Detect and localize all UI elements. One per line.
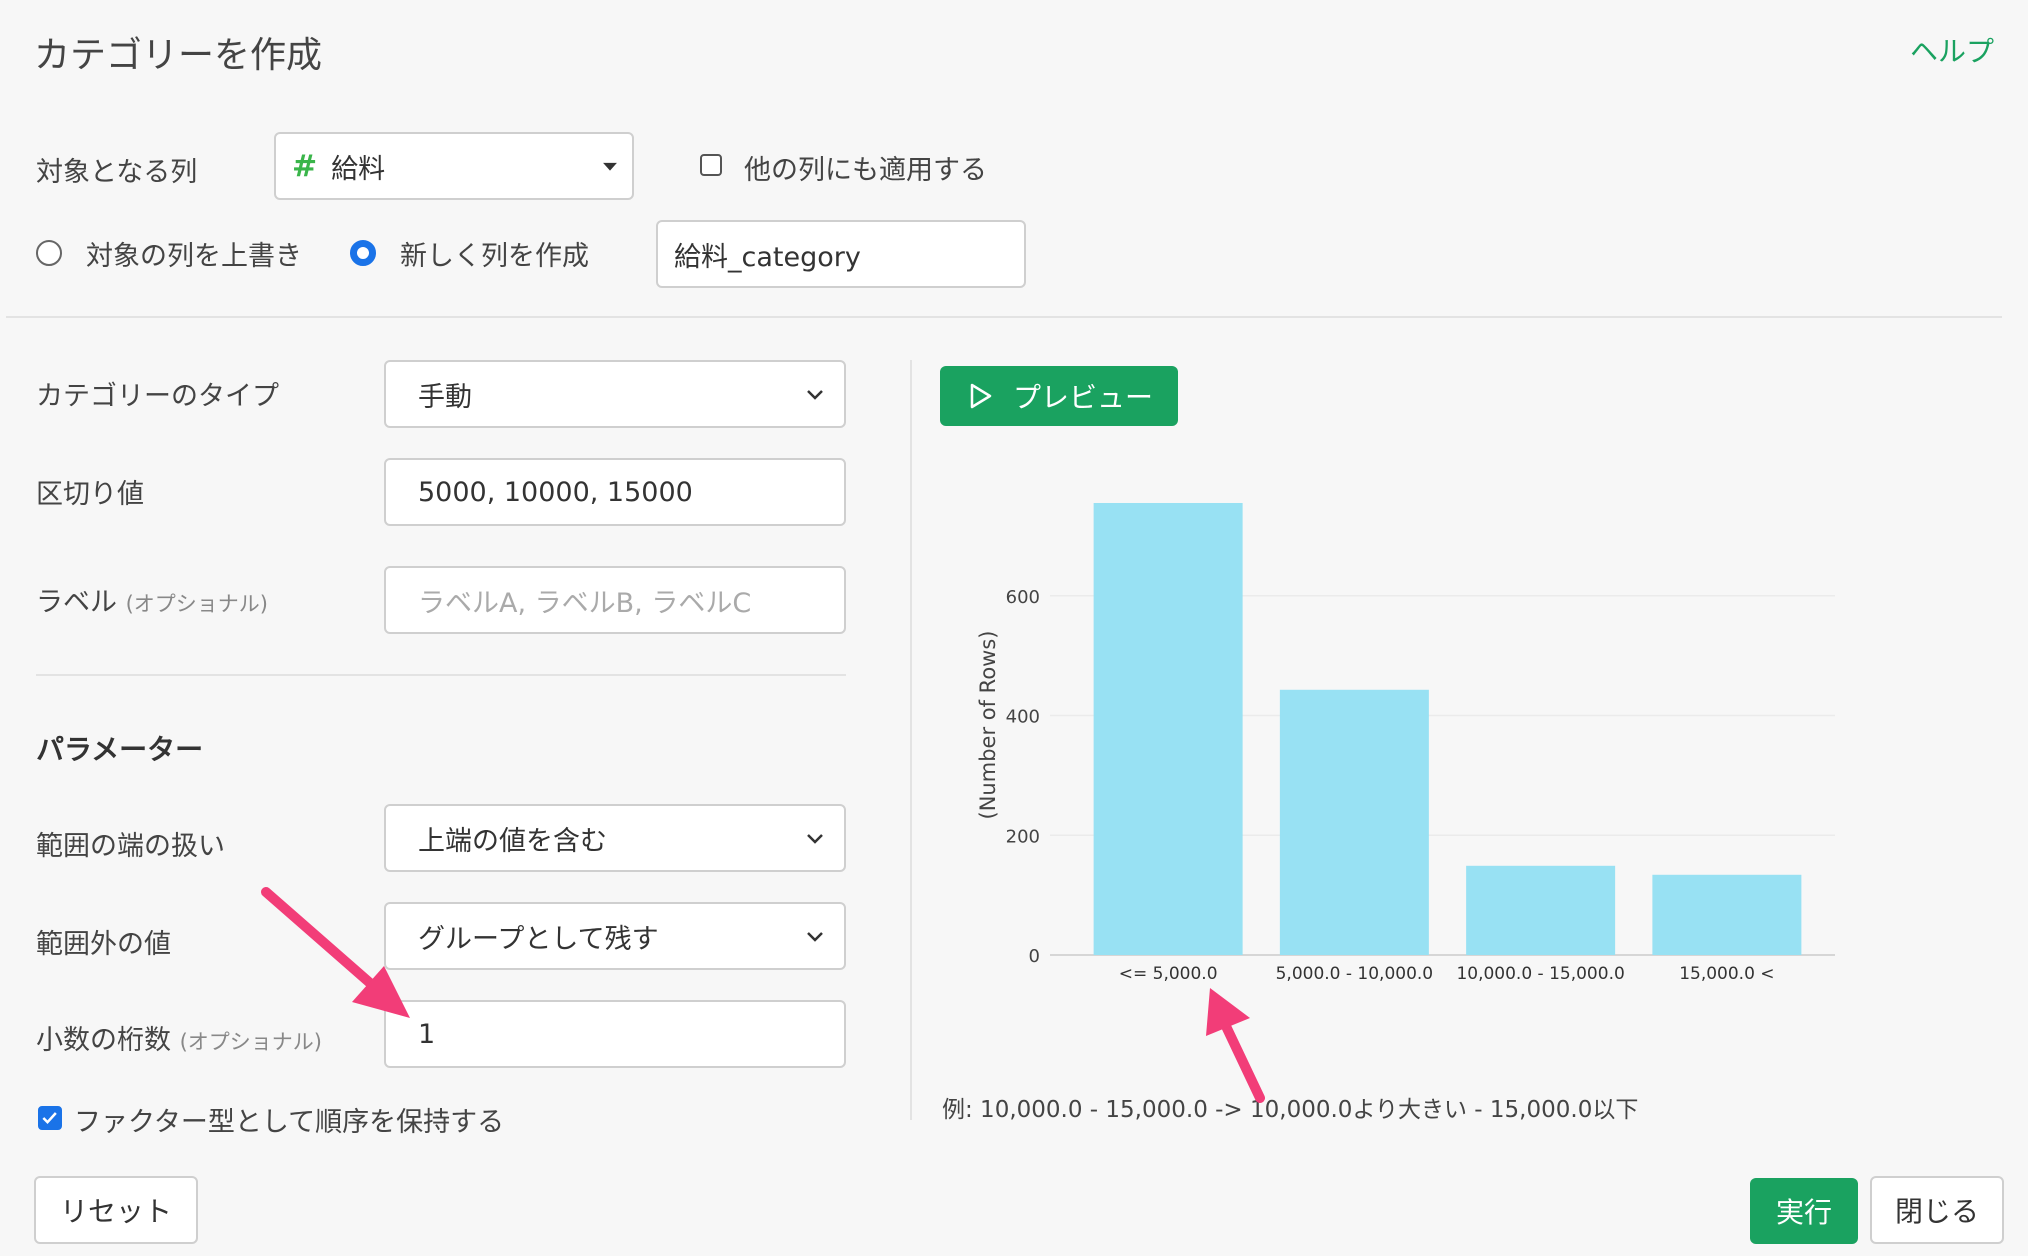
x-tick-label: <= 5,000.0	[1119, 964, 1218, 984]
labels-label: ラベル (オプショナル)	[36, 580, 268, 619]
out-of-range-select[interactable]: グループとして残す	[384, 902, 846, 970]
y-tick-label: 600	[1006, 587, 1040, 608]
preview-bar-chart: <= 5,000.0 5,000.0 - 10,000.0 10,000.0 - 1…	[976, 502, 1835, 984]
chevron-down-icon	[807, 834, 823, 844]
target-column-select[interactable]: # 給料	[274, 132, 634, 200]
new-column-label: 新しく列を作成	[400, 241, 589, 272]
header-divider	[6, 316, 2002, 318]
y-tick-label: 0	[1029, 946, 1040, 967]
category-type-select[interactable]: 手動	[384, 360, 846, 428]
reset-button[interactable]: リセット	[34, 1176, 198, 1244]
factor-checkbox[interactable]	[38, 1106, 62, 1130]
overwrite-radio[interactable]	[36, 240, 62, 266]
target-column-label: 対象となる列	[36, 157, 198, 188]
dialog-title: カテゴリーを作成	[34, 35, 323, 76]
form-divider	[36, 674, 846, 676]
arrow-to-first-bar-label	[1206, 988, 1265, 1103]
category-type-value: 手動	[418, 381, 472, 413]
breaks-input[interactable]: 5000, 10000, 15000	[384, 458, 846, 526]
play-icon	[970, 383, 992, 409]
apply-other-columns-label: 他の列にも適用する	[744, 155, 987, 186]
params-heading: パラメーター	[36, 733, 204, 766]
preview-button-label: プレビュー	[1012, 381, 1153, 414]
checkmark-icon	[42, 1112, 57, 1124]
new-column-name-input[interactable]: 給料_category	[656, 220, 1026, 288]
new-column-radio[interactable]	[350, 240, 376, 266]
bar[interactable]	[1652, 874, 1802, 955]
bar[interactable]	[1466, 865, 1616, 955]
labels-optional: (オプショナル)	[125, 592, 268, 616]
chevron-down-icon	[807, 390, 823, 400]
preview-button[interactable]: プレビュー	[940, 366, 1178, 426]
numeric-type-icon: #	[292, 148, 318, 184]
x-tick-label: 15,000.0 <	[1679, 964, 1774, 984]
target-column-value: 給料	[331, 153, 386, 185]
decimals-label-text: 小数の桁数	[36, 1025, 171, 1056]
x-tick-label: 10,000.0 - 15,000.0	[1456, 964, 1624, 984]
decimals-label: 小数の桁数 (オプショナル)	[36, 1018, 322, 1057]
labels-input[interactable]: ラベルA, ラベルB, ラベルC	[384, 566, 846, 634]
x-tick-label: 5,000.0 - 10,000.0	[1276, 964, 1434, 984]
category-type-label: カテゴリーのタイプ	[36, 381, 279, 412]
panel-divider	[910, 360, 912, 1120]
out-of-range-value: グループとして残す	[418, 923, 659, 955]
y-tick-label: 200	[1006, 826, 1040, 847]
decimals-input[interactable]: 1	[384, 1000, 846, 1068]
range-edge-value: 上端の値を含む	[418, 825, 607, 857]
range-edge-select[interactable]: 上端の値を含む	[384, 804, 846, 872]
factor-label: ファクター型として順序を保持する	[74, 1107, 505, 1138]
example-text: 例: 10,000.0 - 15,000.0 -> 10,000.0より大きい …	[942, 1097, 1639, 1123]
apply-other-columns-checkbox[interactable]	[700, 154, 722, 176]
out-of-range-label: 範囲外の値	[36, 929, 171, 960]
y-tick-label: 400	[1006, 707, 1040, 728]
bar[interactable]	[1093, 502, 1243, 955]
breaks-label: 区切り値	[36, 479, 144, 510]
run-button[interactable]: 実行	[1750, 1178, 1858, 1244]
bar[interactable]	[1279, 689, 1429, 955]
y-axis-label: (Number of Rows)	[976, 631, 1000, 820]
caret-down-icon	[603, 162, 617, 171]
help-link[interactable]: ヘルプ	[1910, 30, 1994, 70]
range-edge-label: 範囲の端の扱い	[36, 831, 225, 862]
decimals-optional: (オプショナル)	[179, 1030, 322, 1054]
overwrite-label: 対象の列を上書き	[86, 241, 302, 272]
chevron-down-icon	[807, 932, 823, 942]
labels-label-text: ラベル	[36, 587, 117, 618]
close-button[interactable]: 閉じる	[1870, 1176, 2004, 1244]
